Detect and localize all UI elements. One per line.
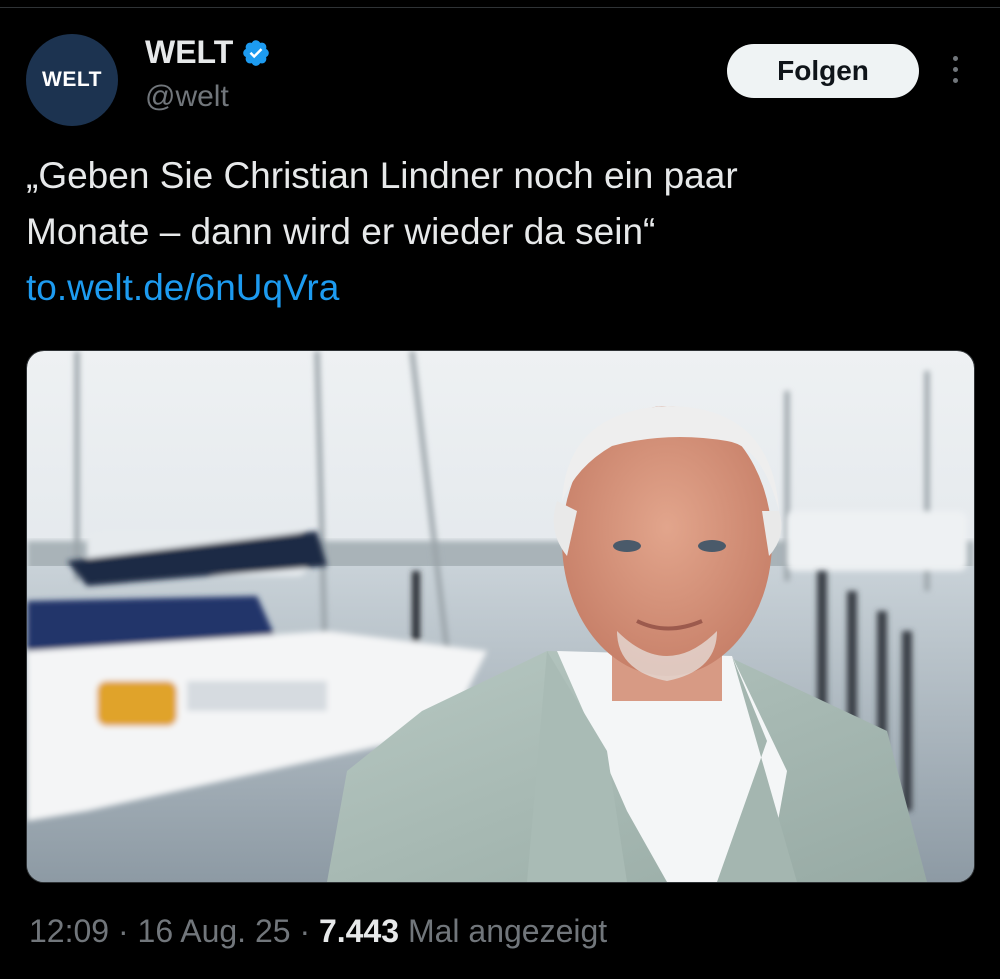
tweet-link[interactable]: to.welt.de/6nUqVra [26,260,956,316]
photo-illustration [27,351,974,882]
tweet-meta: 12:09 · 16 Aug. 25 · 7.443 Mal angezeigt [29,913,607,950]
view-count: 7.443 [318,913,400,949]
tweet-text-line-2: Monate – dann wird er wieder da sein“ [26,211,656,252]
tweet-text: „Geben Sie Christian Lindner noch ein pa… [26,148,956,316]
verified-badge-icon[interactable] [241,38,271,68]
handle[interactable]: @welt [145,80,229,114]
display-name[interactable]: WELT [145,34,233,71]
tweet-photo[interactable] [26,350,975,883]
avatar-logo-text: WELT [42,68,102,91]
more-vertical-icon[interactable] [949,56,961,86]
tweet-date[interactable]: 16 Aug. 25 [138,913,291,949]
follow-button[interactable]: Folgen [727,44,919,98]
avatar[interactable]: WELT [26,34,118,126]
meta-separator: · [299,913,311,949]
view-label: Mal angezeigt [407,913,608,949]
top-divider [0,7,1000,8]
tweet-text-line-1: „Geben Sie Christian Lindner noch ein pa… [26,155,738,196]
author-name-row: WELT [145,34,271,71]
meta-separator: · [117,913,129,949]
tweet-time[interactable]: 12:09 [29,913,109,949]
